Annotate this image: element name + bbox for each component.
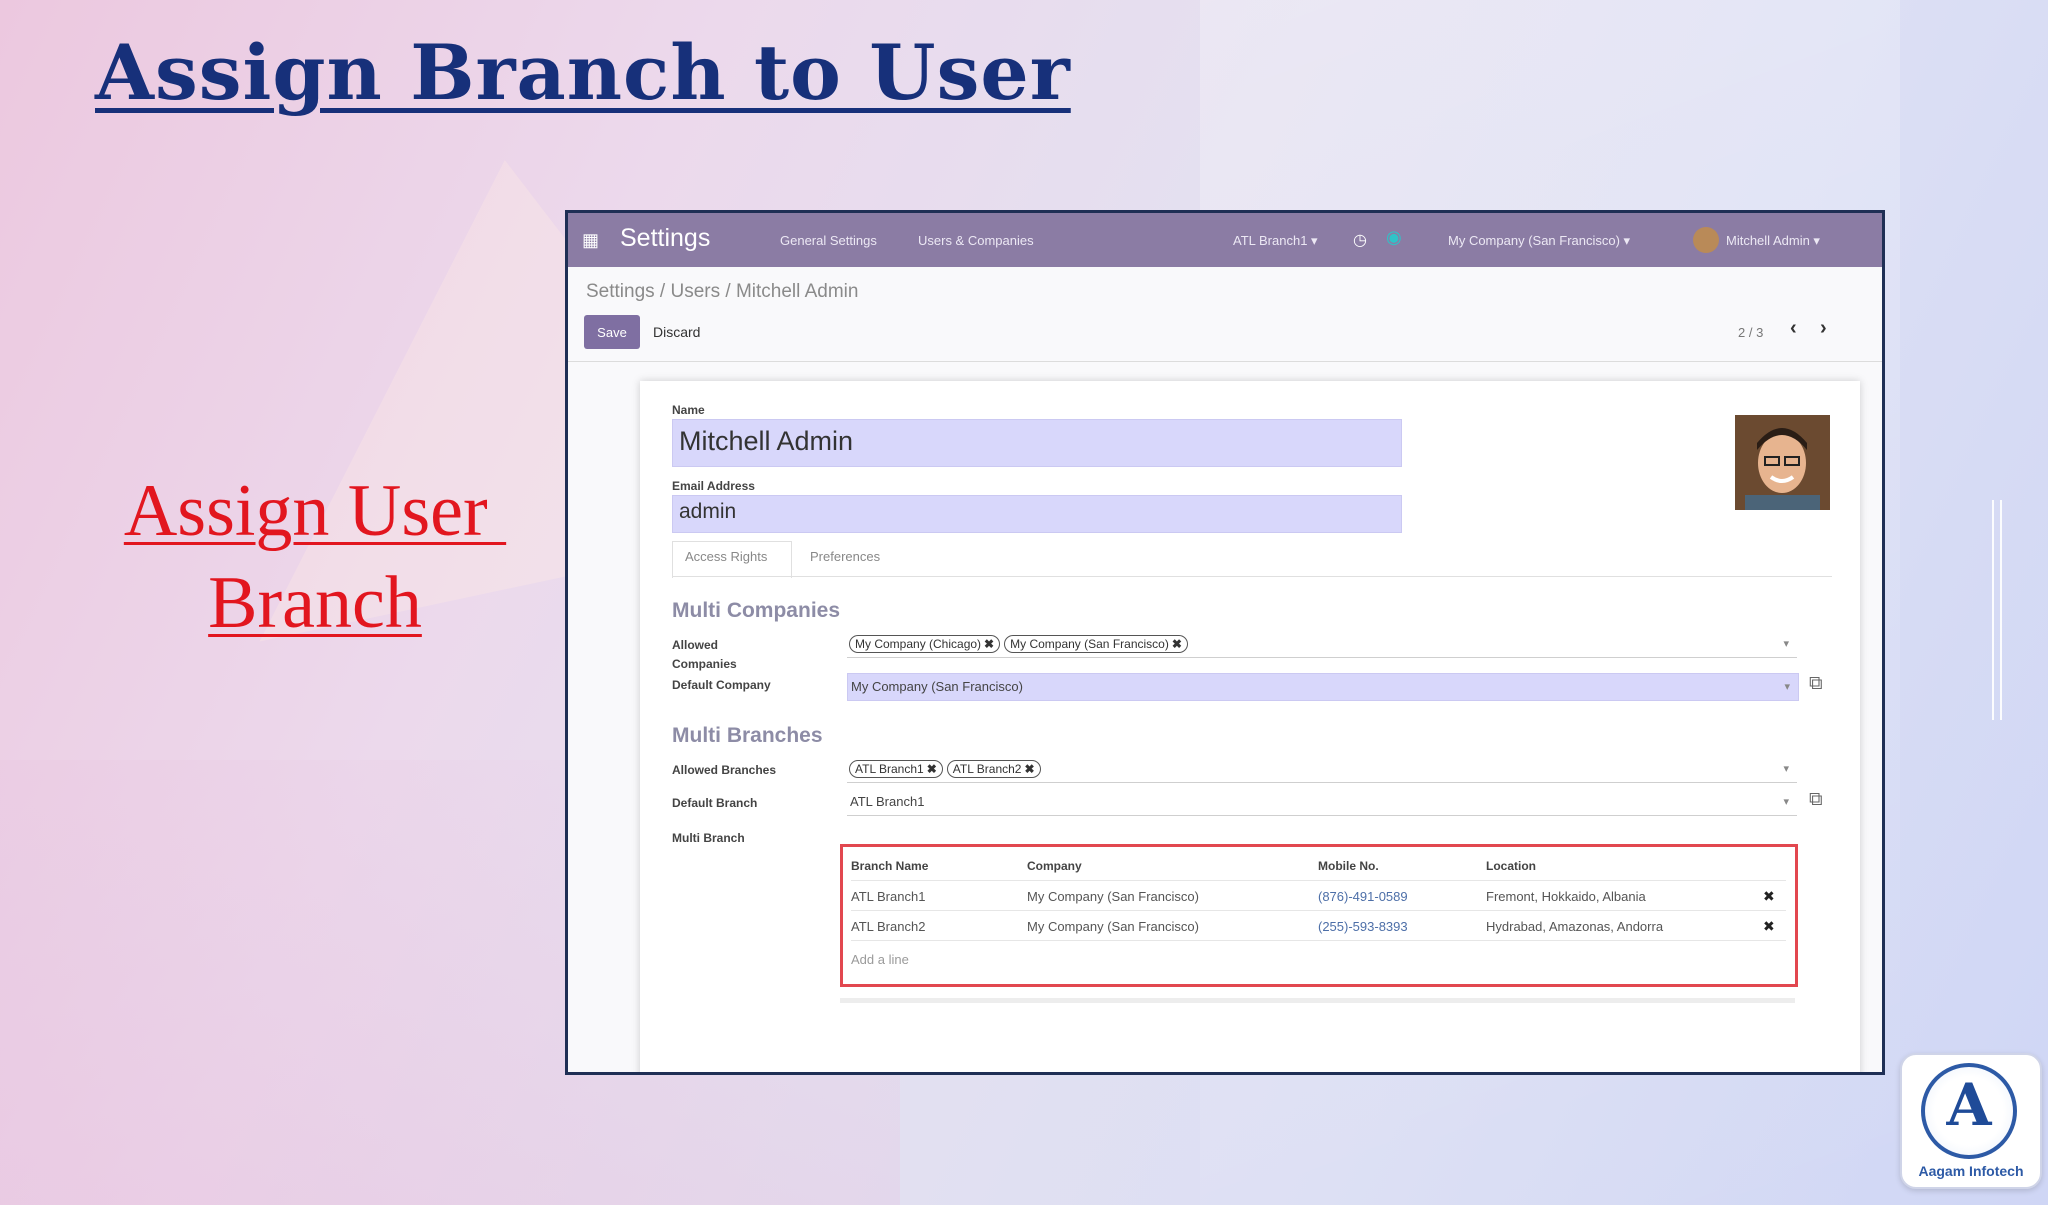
chevron-left-icon[interactable]: ‹: [1790, 317, 1797, 340]
section-multi-companies: Multi Companies: [672, 599, 841, 622]
divider: [568, 361, 1882, 362]
divider: [851, 940, 1786, 941]
user-avatar[interactable]: [1693, 227, 1719, 253]
name-field[interactable]: Mitchell Admin: [672, 419, 1402, 467]
default-company-field[interactable]: My Company (San Francisco) ▾: [847, 673, 1799, 701]
company-switcher[interactable]: My Company (San Francisco) ▾: [1448, 233, 1630, 249]
caret-down-icon[interactable]: ▾: [1783, 637, 1789, 650]
app-screenshot: ▦ Settings General Settings Users & Comp…: [565, 210, 1885, 1075]
default-company-label: Default Company: [672, 678, 771, 692]
grid-icon[interactable]: ▦: [582, 230, 599, 251]
column-header[interactable]: Mobile No.: [1318, 859, 1379, 873]
column-header[interactable]: Branch Name: [851, 859, 928, 873]
column-header[interactable]: Company: [1027, 859, 1082, 873]
form-sheet: Name Mitchell Admin Email Address admin …: [640, 381, 1860, 1072]
allowed-companies-field[interactable]: My Company (Chicago) ✖ My Company (San Fra…: [847, 631, 1797, 658]
caret-down-icon[interactable]: ▾: [1783, 795, 1789, 808]
allowed-branches-label: Allowed Branches: [672, 763, 777, 777]
side-caption: Assign User Branch: [110, 465, 520, 649]
table-footer-bar: [840, 998, 1795, 1003]
slide-title: Assign Branch to User: [95, 28, 1071, 117]
allowed-companies-label: Allowed Companies: [672, 638, 737, 671]
allowed-branches-field[interactable]: ATL Branch1 ✖ ATL Branch2 ✖ ▾: [847, 756, 1797, 783]
chat-icon[interactable]: ◉: [1386, 227, 1402, 248]
tab-divider: [672, 576, 1832, 577]
multi-branch-label: Multi Branch: [672, 831, 745, 845]
add-line-link[interactable]: Add a line: [851, 952, 909, 967]
branch-tag: ATL Branch2 ✖: [946, 760, 1041, 778]
app-title: Settings: [620, 224, 711, 252]
side-caption-line2: Branch: [208, 562, 422, 644]
default-branch-field[interactable]: ATL Branch1 ▾: [847, 789, 1797, 816]
close-icon[interactable]: ✖: [1763, 888, 1775, 905]
close-icon[interactable]: ✖: [1763, 918, 1775, 935]
pager-value: 2 / 3: [1738, 325, 1764, 340]
email-field[interactable]: admin: [672, 495, 1402, 533]
company-tag: My Company (Chicago) ✖: [849, 635, 1001, 653]
column-header[interactable]: Location: [1486, 859, 1536, 873]
table-cell[interactable]: My Company (San Francisco): [1027, 919, 1199, 934]
multi-branch-table: Branch Name Company Mobile No. Location …: [840, 844, 1798, 987]
table-cell[interactable]: (876)-491-0589: [1318, 889, 1408, 904]
table-cell[interactable]: ATL Branch1: [851, 889, 925, 904]
default-branch-label: Default Branch: [672, 796, 758, 810]
user-menu[interactable]: Mitchell Admin ▾: [1726, 233, 1820, 249]
top-navbar: ▦ Settings General Settings Users & Comp…: [568, 213, 1882, 267]
discard-button[interactable]: Discard: [653, 324, 700, 340]
section-multi-branches: Multi Branches: [672, 724, 823, 747]
close-icon[interactable]: ✖: [984, 637, 994, 651]
logo-emblem: A: [1921, 1063, 2017, 1159]
nav-general-settings[interactable]: General Settings: [780, 233, 877, 248]
decorative-lines: [1992, 500, 2006, 720]
user-photo[interactable]: [1735, 415, 1830, 510]
save-button[interactable]: Save: [584, 315, 640, 349]
company-tag: My Company (San Francisco) ✖: [1004, 635, 1188, 653]
nav-users-companies[interactable]: Users & Companies: [918, 233, 1034, 248]
caret-down-icon[interactable]: ▾: [1784, 680, 1790, 693]
close-icon[interactable]: ✖: [927, 762, 937, 776]
tab-access-rights[interactable]: Access Rights: [685, 549, 767, 564]
external-link-icon[interactable]: ⧉: [1809, 789, 1823, 811]
table-cell[interactable]: My Company (San Francisco): [1027, 889, 1199, 904]
side-caption-line1: Assign User: [123, 470, 507, 552]
clock-icon[interactable]: ◷: [1353, 230, 1367, 250]
branch-tag: ATL Branch1 ✖: [849, 760, 943, 778]
close-icon[interactable]: ✖: [1172, 637, 1182, 651]
breadcrumb[interactable]: Settings / Users / Mitchell Admin: [586, 281, 858, 303]
table-cell[interactable]: ATL Branch2: [851, 919, 925, 934]
table-cell[interactable]: Hydrabad, Amazonas, Andorra: [1486, 919, 1663, 934]
email-label: Email Address: [672, 479, 755, 493]
company-logo: A Aagam Infotech: [1900, 1053, 2042, 1189]
caret-down-icon[interactable]: ▾: [1783, 762, 1789, 775]
external-link-icon[interactable]: ⧉: [1809, 673, 1823, 695]
logo-letter: A: [1946, 1071, 1992, 1139]
divider: [851, 880, 1786, 881]
name-label: Name: [672, 403, 705, 417]
divider: [851, 910, 1786, 911]
table-cell[interactable]: Fremont, Hokkaido, Albania: [1486, 889, 1646, 904]
close-icon[interactable]: ✖: [1024, 762, 1034, 776]
table-cell[interactable]: (255)-593-8393: [1318, 919, 1408, 934]
tab-preferences[interactable]: Preferences: [810, 549, 880, 564]
chevron-right-icon[interactable]: ›: [1820, 317, 1827, 340]
branch-switcher[interactable]: ATL Branch1 ▾: [1233, 233, 1318, 249]
logo-text: Aagam Infotech: [1918, 1163, 2024, 1179]
